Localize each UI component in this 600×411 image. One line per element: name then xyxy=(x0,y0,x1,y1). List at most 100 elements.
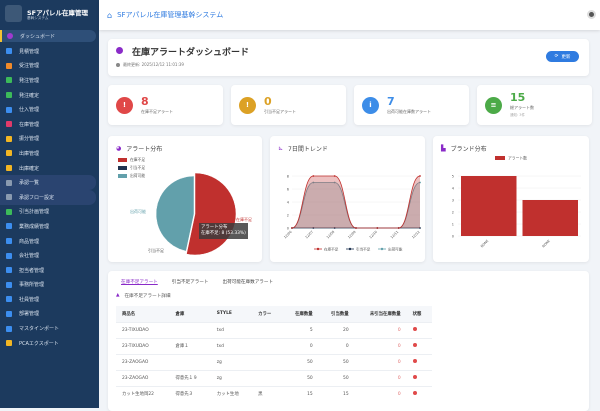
legend-label[interactable]: 在庫不足 xyxy=(324,247,339,252)
table-cell: 0 xyxy=(354,385,407,402)
sidebar-item[interactable]: 見積管理 xyxy=(0,44,99,59)
menu-icon xyxy=(6,77,12,84)
sidebar-item[interactable]: 社員管理 xyxy=(0,292,99,307)
data-point[interactable] xyxy=(333,175,336,177)
stat-card: ≡ 15 総アラート数 通知: 3件 xyxy=(477,85,592,125)
sidebar-item[interactable]: 受注管理 xyxy=(0,59,99,74)
alert-table-card: 在庫不足アラート 引当不足アラート 出荷可能在庫数アラート ▲ 在庫不足アラート詳細 … xyxy=(108,271,589,411)
table-row[interactable]: 23-TIXUDAO 倉庫１ txd 0 0 0 xyxy=(116,337,432,354)
status-cell xyxy=(406,369,432,386)
table-row[interactable]: 23-TIXUDAO txd 5 20 0 xyxy=(116,321,432,338)
sidebar-item[interactable]: 部署管理 xyxy=(0,307,99,322)
table-cell: 50 xyxy=(318,353,355,370)
sidebar-item[interactable]: 振分管理 xyxy=(0,132,99,147)
table-cell: 23-TIXUDAO xyxy=(116,337,170,354)
tab[interactable]: 在庫不足アラート xyxy=(121,279,158,285)
refresh-icon: ⟳ xyxy=(554,54,559,59)
sidebar-item[interactable]: 事務所管理 xyxy=(0,278,99,293)
table-cell xyxy=(252,337,283,354)
sidebar-item[interactable]: 承認フロー設定 xyxy=(0,189,96,205)
table-cell: 0 xyxy=(354,337,407,354)
user-avatar[interactable] xyxy=(587,10,596,19)
app-subtitle: 基幹システム xyxy=(27,16,49,20)
y-tick-label: 6 xyxy=(287,188,289,192)
home-icon[interactable]: ⌂ xyxy=(107,11,112,20)
sidebar-item[interactable]: 商品管理 xyxy=(0,234,99,249)
sidebar-item[interactable]: 承認一覧 xyxy=(0,175,96,190)
sidebar-item[interactable]: マスタインポート xyxy=(0,321,99,336)
x-tick-label: 12/07 xyxy=(304,230,314,240)
table-cell: 23-ZAOGAO xyxy=(116,353,170,370)
menu-icon xyxy=(6,223,12,230)
table-cell: zg xyxy=(210,353,253,370)
column-header[interactable]: 在庫数量 xyxy=(282,306,319,322)
column-header[interactable]: 商品名 xyxy=(116,306,170,322)
y-tick-label: 2 xyxy=(452,211,454,215)
sidebar-item[interactable]: 担当者管理 xyxy=(0,263,99,278)
column-header[interactable]: 状態 xyxy=(406,306,432,322)
sidebar-item[interactable]: ダッシュボード xyxy=(0,30,96,42)
alert-table: 商品名 倉庫 STYLE カラー 在庫数量 引当数量 未引当在庫数量 状態 23-TIXUDAO… xyxy=(116,306,432,402)
bar[interactable] xyxy=(522,200,579,236)
pie-tooltip: アラート分布 在庫不足: 8 (53.33%) xyxy=(199,223,248,239)
y-tick-label: 0 xyxy=(452,235,454,239)
refresh-button[interactable]: ⟳ 更新 xyxy=(546,51,579,62)
menu-icon xyxy=(7,33,13,39)
table-row[interactable]: 23-ZAOGAO zg 50 50 0 xyxy=(116,353,432,370)
data-point[interactable] xyxy=(397,227,400,229)
sidebar-item[interactable]: 出庫管理 xyxy=(0,146,99,161)
sidebar-item[interactable]: 出庫確定 xyxy=(0,161,99,176)
tab[interactable]: 引当不足アラート xyxy=(172,279,209,285)
y-tick-label: 8 xyxy=(287,175,289,179)
column-header[interactable]: 倉庫 xyxy=(169,306,211,322)
menu-icon xyxy=(6,340,12,347)
menu-icon xyxy=(6,194,12,201)
column-header[interactable]: 未引当在庫数量 xyxy=(354,306,407,322)
menu-icon xyxy=(6,267,12,274)
data-point[interactable] xyxy=(355,227,357,229)
sidebar-item[interactable]: 会社管理 xyxy=(0,248,99,263)
legend-label[interactable]: 引当不足 xyxy=(356,247,371,252)
table-row[interactable]: 23-ZAOGAO 得意先１９ zg 50 50 0 xyxy=(116,369,432,386)
page-title: 在庫アラートダッシュボード xyxy=(132,48,250,58)
data-point[interactable] xyxy=(376,227,379,229)
sidebar-item[interactable]: 発注管理 xyxy=(0,73,99,88)
legend-marker xyxy=(348,247,352,251)
header-title[interactable]: SFアパレル在庫管理基幹システム xyxy=(117,10,223,20)
table-cell xyxy=(169,321,211,338)
sidebar-item[interactable]: PCAエクスポート xyxy=(0,336,99,351)
pie-slice[interactable] xyxy=(155,175,195,252)
status-dot-icon xyxy=(412,343,417,347)
warning-icon: ▲ xyxy=(116,293,120,298)
table-cell: 23-ZAOGAO xyxy=(116,369,170,386)
column-header[interactable]: 引当数量 xyxy=(318,306,355,322)
data-point[interactable] xyxy=(419,175,421,177)
sidebar: SFアパレル在庫管理 基幹システム ダッシュボード 見積管理 受注管理 発注管理 発注確… xyxy=(0,0,99,408)
legend-label[interactable]: アラート数 xyxy=(508,156,527,161)
data-point[interactable] xyxy=(291,227,293,229)
sidebar-item[interactable]: 発注確定 xyxy=(0,88,99,103)
table-cell: 15 xyxy=(318,385,355,402)
sidebar-item[interactable]: 仕入管理 xyxy=(0,102,99,117)
menu-icon xyxy=(6,281,12,288)
bar[interactable] xyxy=(461,176,517,236)
table-row[interactable]: カット生地岡22 得意先３ カット生地黒 15 15 0 xyxy=(116,385,432,402)
legend-label[interactable]: 出荷可能 xyxy=(388,247,403,252)
sidebar-item[interactable]: 引当計画管理 xyxy=(0,205,99,220)
column-header[interactable]: カラー xyxy=(252,306,283,322)
status-dot-icon xyxy=(412,391,417,396)
column-header[interactable]: STYLE xyxy=(210,306,253,322)
table-cell: 50 xyxy=(282,353,319,370)
alert-distribution-card: ◕ アラート分布 在庫不足 引当不足 出荷可能 在庫不足 出荷可能 引当不足 アラート分布… xyxy=(108,136,262,262)
legend-marker xyxy=(316,247,320,251)
status-cell xyxy=(406,337,432,354)
status-cell xyxy=(406,321,432,338)
logo xyxy=(5,5,22,22)
stat-card: i 7 出荷可能在庫数アラート xyxy=(354,85,469,125)
menu-icon xyxy=(6,165,12,172)
sidebar-item[interactable]: 業務成績管理 xyxy=(0,219,99,234)
data-point[interactable] xyxy=(312,175,315,177)
sidebar-item[interactable]: 在庫管理 xyxy=(0,117,99,132)
tab[interactable]: 出荷可能在庫数アラート xyxy=(223,279,274,285)
x-tick-label: NONE xyxy=(480,239,490,249)
